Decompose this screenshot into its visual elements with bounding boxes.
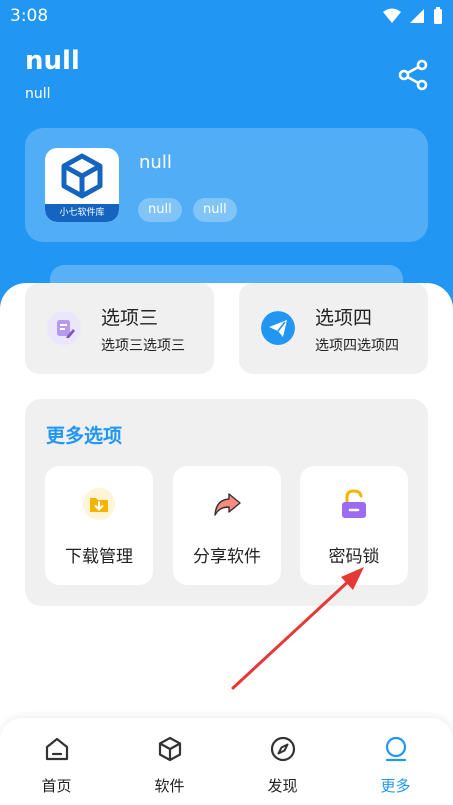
- more-options-panel: 更多选项 下载管理 分享软件 密码锁: [25, 399, 428, 606]
- option-card-four[interactable]: 选项四 选项四选项四: [239, 283, 428, 374]
- share-arrow-icon: [214, 493, 241, 516]
- nav-label: 首页: [41, 777, 72, 795]
- status-time: 3:08: [10, 6, 49, 26]
- edit-icon: [47, 311, 81, 345]
- nav-label: 发现: [267, 777, 298, 795]
- password-lock-label: 密码锁: [328, 547, 380, 567]
- option-desc: 选项四选项四: [315, 338, 399, 354]
- wifi-icon: [383, 8, 401, 23]
- share-software-button[interactable]: 分享软件: [173, 466, 281, 585]
- send-icon: [261, 311, 295, 345]
- download-manager-button[interactable]: 下载管理: [45, 466, 153, 585]
- app-tag: null: [193, 198, 237, 222]
- app-name: null: [139, 152, 172, 173]
- box-icon: [158, 736, 182, 762]
- app-logo-caption: 小七软件库: [45, 204, 119, 222]
- nav-item-discover[interactable]: 发现: [226, 718, 339, 805]
- download-folder-icon: [83, 488, 115, 520]
- nav-item-home[interactable]: 首页: [0, 718, 113, 805]
- nav-item-more[interactable]: 更多: [339, 718, 452, 805]
- nav-label: 软件: [154, 777, 185, 795]
- page-title: null: [25, 46, 80, 76]
- option-title: 选项四: [315, 307, 373, 329]
- download-manager-label: 下载管理: [65, 547, 133, 567]
- option-desc: 选项三选项三: [101, 338, 185, 354]
- nav-label: 更多: [380, 777, 411, 795]
- lock-icon: [342, 489, 366, 518]
- app-info-card[interactable]: 小七软件库 null null null: [25, 128, 428, 242]
- person-icon: [385, 736, 407, 762]
- more-options-title: 更多选项: [46, 425, 123, 447]
- battery-icon: [434, 7, 442, 24]
- app-logo: 小七软件库: [45, 148, 119, 222]
- cube-logo-icon: [61, 153, 103, 199]
- option-card-three[interactable]: 选项三 选项三选项三: [25, 283, 214, 374]
- password-lock-button[interactable]: 密码锁: [300, 466, 408, 585]
- nav-item-software[interactable]: 软件: [113, 718, 226, 805]
- signal-icon: [410, 9, 424, 23]
- status-bar: 3:08: [0, 0, 453, 32]
- option-title: 选项三: [101, 307, 159, 329]
- home-icon: [45, 737, 69, 761]
- compass-icon: [270, 736, 296, 762]
- status-icons: [383, 7, 443, 25]
- share-software-label: 分享软件: [193, 547, 261, 567]
- share-icon[interactable]: [396, 58, 430, 92]
- bottom-nav: 首页 软件 发现 更多: [0, 718, 453, 805]
- page-subtitle: null: [25, 86, 51, 102]
- app-tag: null: [138, 198, 182, 222]
